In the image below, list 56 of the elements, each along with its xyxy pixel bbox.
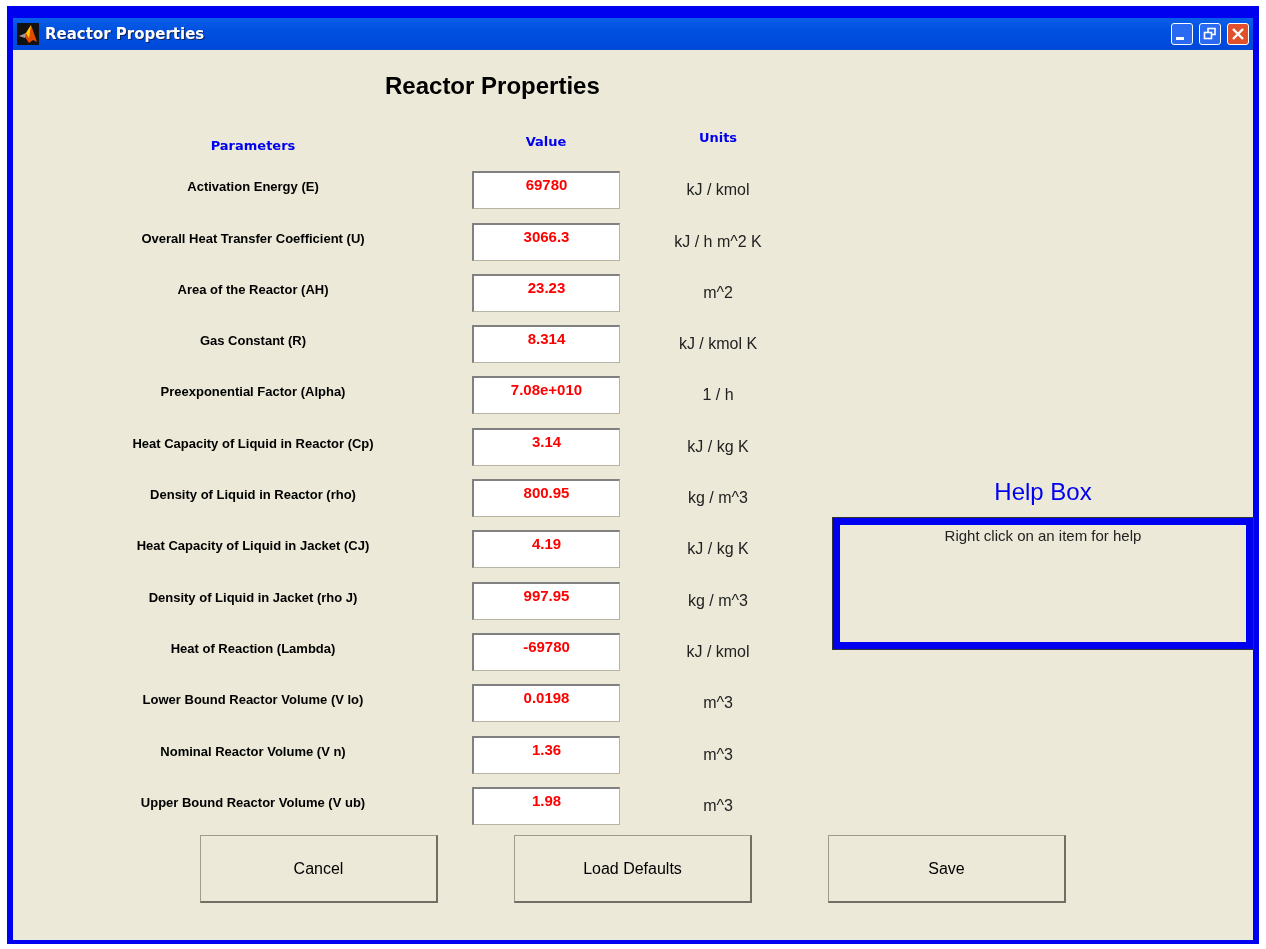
close-icon [1231, 27, 1245, 41]
parameter-label: Area of the Reactor (AH) [176, 280, 330, 297]
parameter-label: Heat Capacity of Liquid in Jacket (CJ) [135, 537, 371, 554]
value-field[interactable]: 7.08e+010 [472, 376, 620, 415]
parameter-label: Preexponential Factor (Alpha) [159, 383, 347, 400]
parameter-label: Density of Liquid in Jacket (rho J) [147, 588, 359, 605]
value-field[interactable]: 1.36 [472, 735, 620, 774]
units-label: kg / m^3 [687, 488, 749, 508]
value-field[interactable]: 800.95 [472, 479, 620, 518]
form-heading: Reactor Properties [384, 72, 601, 100]
value-field[interactable]: 3.14 [472, 427, 620, 466]
units-label: kJ / h m^2 K [673, 231, 763, 251]
units-label: m^3 [702, 795, 734, 815]
units-label: m^2 [702, 282, 734, 302]
parameter-label: Heat of Reaction (Lambda) [169, 639, 337, 656]
restore-icon [1203, 27, 1217, 41]
units-label: kJ / kg K [686, 436, 750, 456]
column-header: Value [524, 133, 568, 149]
units-label: 1 / h [701, 385, 735, 405]
value-field[interactable]: 69780 [472, 171, 620, 210]
parameter-label: Lower Bound Reactor Volume (V lo) [141, 691, 365, 708]
help-box-title: Help Box [994, 478, 1092, 506]
units-label: kJ / kmol K [677, 334, 759, 354]
parameter-label: Upper Bound Reactor Volume (V ub) [139, 793, 367, 810]
column-header: Parameters [209, 137, 297, 153]
units-label: kg / m^3 [687, 590, 749, 610]
app-logo-icon [17, 23, 39, 45]
units-label: m^3 [702, 744, 734, 764]
parameter-label: Nominal Reactor Volume (V n) [159, 742, 347, 759]
parameter-label: Activation Energy (E) [186, 178, 320, 195]
dialog-button[interactable]: Load Defaults [514, 835, 752, 904]
value-field[interactable]: 4.19 [472, 530, 620, 569]
units-label: kJ / kg K [686, 539, 750, 559]
units-label: kJ / kmol [685, 641, 751, 661]
units-label: m^3 [702, 693, 734, 713]
parameter-label: Overall Heat Transfer Coefficient (U) [140, 229, 366, 246]
dialog-button[interactable]: Cancel [200, 835, 438, 904]
value-field[interactable]: 3066.3 [472, 222, 620, 261]
value-field[interactable]: 8.314 [472, 325, 620, 364]
value-field[interactable]: 997.95 [472, 581, 620, 620]
value-field[interactable]: 0.0198 [472, 684, 620, 723]
parameter-label: Gas Constant (R) [198, 332, 308, 349]
minimize-icon [1176, 36, 1184, 40]
minimize-button[interactable] [1171, 23, 1193, 45]
window-title: Reactor Properties [45, 25, 206, 43]
units-label: kJ / kmol [685, 180, 751, 200]
restore-button[interactable] [1199, 23, 1221, 45]
value-field[interactable]: 23.23 [472, 273, 620, 312]
parameter-label: Heat Capacity of Liquid in Reactor (Cp) [131, 434, 375, 451]
value-field[interactable]: -69780 [472, 632, 620, 671]
parameter-label: Density of Liquid in Reactor (rho) [149, 486, 357, 503]
help-box: Right click on an item for help [833, 518, 1253, 649]
column-header: Units [697, 129, 739, 145]
dialog-button[interactable]: Save [828, 835, 1066, 904]
close-button[interactable] [1227, 23, 1249, 45]
value-field[interactable]: 1.98 [472, 786, 620, 825]
